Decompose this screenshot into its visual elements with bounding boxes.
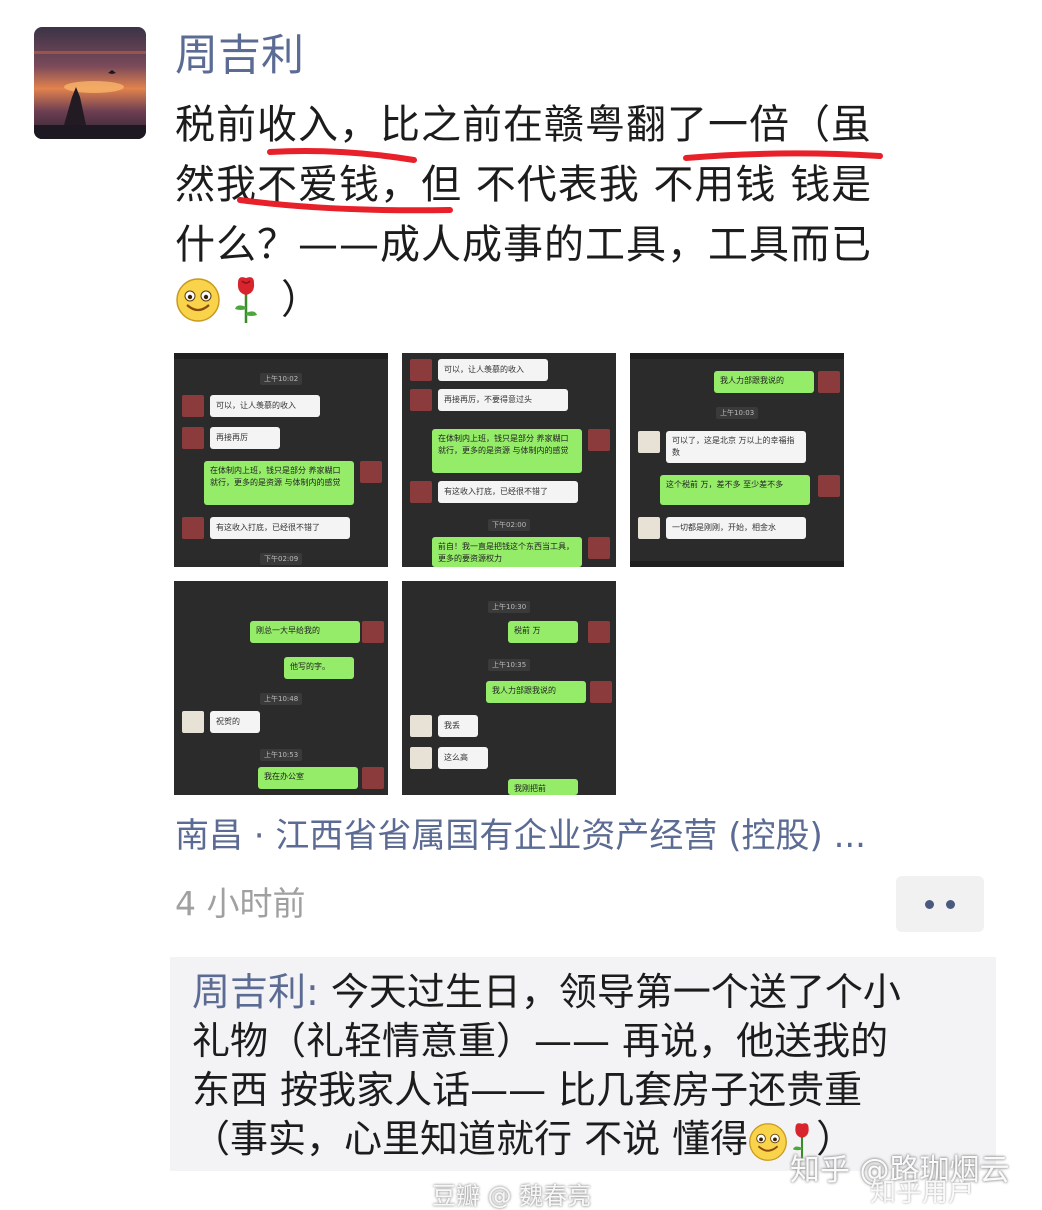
chat-bubble: 我在办公室 <box>258 767 358 789</box>
chat-time-label: 下午02:09 <box>260 553 303 565</box>
chat-bubble: 有这收入打底，已经很不错了 <box>210 517 350 539</box>
chat-avatar <box>588 537 610 559</box>
smile-emoji-icon <box>176 278 220 322</box>
chat-avatar <box>410 715 432 737</box>
chat-bubble: 再接再厉 <box>210 427 280 449</box>
chat-screenshot-image[interactable]: 我人力部跟我说的 上午10:03 可以了，这是北京 万以上的幸福指数 这个税前 … <box>630 353 844 567</box>
chat-screenshot-image[interactable]: 上午10:02 可以，让人羡慕的收入 再接再厉 在体制内上班，钱只是部分 养家糊… <box>174 353 388 567</box>
comment-line: 东西 按我家人话—— 比几套房子还贵重 <box>192 1068 863 1112</box>
chat-screenshot-image[interactable]: 刚总一大早给我的 他写的字。 上午10:48 祝贺的 上午10:53 我在办公室 <box>174 581 388 795</box>
chat-bubble: 税前 万 <box>508 621 578 643</box>
chat-time-label: 上午10:02 <box>260 373 303 385</box>
chat-bubble: 在体制内上班，钱只是部分 养家糊口就行，更多的是资源 与体制内的感觉 <box>204 461 354 505</box>
chat-avatar <box>360 461 382 483</box>
more-dots-icon <box>925 899 934 909</box>
comment-text: （事实，心里知道就行 不说 懂得 <box>192 1117 749 1161</box>
chat-avatar <box>410 481 432 503</box>
smile-emoji-icon <box>749 1122 788 1161</box>
chat-avatar <box>590 681 612 703</box>
post-content: 税前收入，比之前在赣粤翻了一倍（虽 然我不爱钱，但 不代表我 不用钱 钱是 什么… <box>175 95 985 275</box>
sunset-avatar-image <box>34 27 146 139</box>
post-author-name[interactable]: 周吉利 <box>175 28 304 84</box>
zhihu-user-watermark: 知乎用户 <box>870 1178 975 1208</box>
post-content-tail: ） <box>281 277 321 323</box>
chat-avatar <box>410 359 432 381</box>
comment-separator: : <box>306 970 331 1014</box>
chat-bubble: 可以，让人羡慕的收入 <box>210 395 320 417</box>
douban-watermark: 豆瓣 @ 魏春亮 <box>432 1182 592 1210</box>
comment-line: 礼物（礼轻情意重）—— 再说，他送我的 <box>192 1019 889 1063</box>
post-time-ago: 4 小时前 <box>175 884 306 923</box>
comment-item[interactable]: 周吉利: 今天过生日，领导第一个送了个小 礼物（礼轻情意重）—— 再说，他送我的… <box>192 968 982 1164</box>
chat-bubble: 我丢 <box>438 715 478 737</box>
rose-emoji-icon <box>235 277 257 323</box>
comment-author-name[interactable]: 周吉利 <box>192 970 306 1014</box>
chat-bubble: 这么高 <box>438 747 488 769</box>
chat-bubble: 前自！我一直是把钱这个东西当工具，更多的要资源权力 <box>432 537 582 567</box>
chat-screenshot-image[interactable]: 可以，让人羡慕的收入 再接再厉，不要得意过头 在体制内上班，钱只是部分 养家糊口… <box>402 353 616 567</box>
comment-line: 周吉利: 今天过生日，领导第一个送了个小 <box>192 968 982 1017</box>
chat-bubble: 有这收入打底，已经很不错了 <box>438 481 578 503</box>
chat-bubble: 可以了，这是北京 万以上的幸福指数 <box>666 431 806 463</box>
chat-bubble: 这个税前 万，差不多 至少差不多 <box>660 475 810 505</box>
chat-bubble: 他写的字。 <box>284 657 354 679</box>
chat-avatar <box>362 767 384 789</box>
more-dots-icon <box>946 899 955 909</box>
post-location-link[interactable]: 南昌 · 江西省省属国有企业资产经营 (控股) ... <box>175 812 866 860</box>
chat-bubble: 我人力部跟我说的 <box>486 681 586 703</box>
more-actions-button[interactable] <box>896 876 984 932</box>
chat-avatar <box>182 711 204 733</box>
chat-avatar <box>362 621 384 643</box>
chat-avatar <box>410 389 432 411</box>
chat-avatar <box>410 747 432 769</box>
post-emoji-row: ） <box>175 270 321 330</box>
chat-time-label: 上午10:03 <box>716 407 759 419</box>
author-avatar[interactable] <box>34 27 146 139</box>
chat-avatar <box>818 475 840 497</box>
chat-avatar <box>638 431 660 453</box>
chat-time-label: 下午02:00 <box>488 519 531 531</box>
chat-screenshot-image[interactable]: 上午10:30 税前 万 上午10:35 我人力部跟我说的 我丢 这么高 我刚把… <box>402 581 616 795</box>
chat-avatar <box>818 371 840 393</box>
chat-avatar <box>182 517 204 539</box>
chat-time-label: 上午10:48 <box>260 693 303 705</box>
chat-avatar <box>638 517 660 539</box>
post-content-line: 然我不爱钱，但 不代表我 不用钱 钱是 <box>175 162 873 208</box>
chat-bubble: 可以，让人羡慕的收入 <box>438 359 548 381</box>
post-content-line: 税前收入，比之前在赣粤翻了一倍（虽 <box>175 102 872 148</box>
chat-avatar <box>182 427 204 449</box>
chat-bubble: 在体制内上班，钱只是部分 养家糊口就行，更多的是资源 与体制内的感觉 <box>432 429 582 473</box>
comment-text: 今天过生日，领导第一个送了个小 <box>330 970 901 1014</box>
chat-bubble: 我刚把前 <box>508 779 578 795</box>
chat-avatar <box>588 429 610 451</box>
chat-bubble: 祝贺的 <box>210 711 260 733</box>
chat-time-label: 上午10:30 <box>488 601 531 613</box>
chat-bubble: 刚总一大早给我的 <box>250 621 360 643</box>
chat-time-label: 上午10:53 <box>260 749 303 761</box>
chat-avatar <box>588 621 610 643</box>
chat-avatar <box>182 395 204 417</box>
chat-bubble: 一切都是刚刚，开始，相金水 <box>666 517 806 539</box>
chat-time-label: 上午10:35 <box>488 659 531 671</box>
chat-bubble: 再接再厉，不要得意过头 <box>438 389 568 411</box>
post-content-line: 什么？——成人成事的工具，工具而已 <box>175 222 872 268</box>
chat-bubble: 我人力部跟我说的 <box>714 371 814 393</box>
